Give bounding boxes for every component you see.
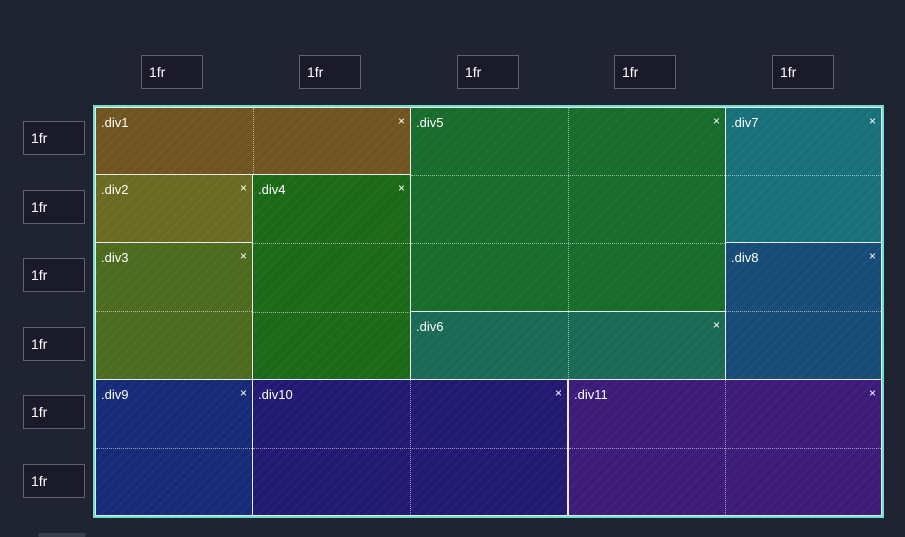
close-icon[interactable]: ×: [240, 249, 247, 263]
grid-line-horizontal: [253, 312, 410, 313]
close-icon[interactable]: ×: [869, 249, 876, 263]
close-icon[interactable]: ×: [240, 386, 247, 400]
grid-area-div11[interactable]: .div11 ×: [568, 379, 882, 516]
area-label: .div3: [101, 250, 129, 265]
grid-line-horizontal: [253, 448, 567, 449]
row-5-size-input[interactable]: [23, 395, 85, 429]
row-6-size-input[interactable]: [23, 464, 85, 498]
grid-line-horizontal: [253, 243, 410, 244]
horizontal-scrollbar-thumb[interactable]: [38, 533, 86, 537]
close-icon[interactable]: ×: [869, 386, 876, 400]
grid-line-horizontal: [726, 311, 881, 312]
area-label: .div7: [731, 115, 759, 130]
grid-line-vertical: [568, 108, 569, 311]
grid-line-horizontal: [569, 448, 881, 449]
area-label: .div5: [416, 115, 444, 130]
area-label: .div9: [101, 387, 129, 402]
close-icon[interactable]: ×: [713, 114, 720, 128]
grid-area-div5[interactable]: .div5 ×: [410, 107, 726, 312]
grid-area-div3[interactable]: .div3 ×: [95, 242, 253, 380]
close-icon[interactable]: ×: [555, 386, 562, 400]
area-label: .div2: [101, 182, 129, 197]
row-1-size-input[interactable]: [23, 121, 85, 155]
column-2-size-input[interactable]: [299, 55, 361, 89]
close-icon[interactable]: ×: [869, 114, 876, 128]
close-icon[interactable]: ×: [240, 181, 247, 195]
column-3-size-input[interactable]: [457, 55, 519, 89]
grid-line-horizontal: [411, 243, 725, 244]
grid-area-div6[interactable]: .div6 ×: [410, 311, 726, 380]
area-label: .div10: [258, 387, 293, 402]
column-5-size-input[interactable]: [772, 55, 834, 89]
grid-line-horizontal: [96, 311, 252, 312]
close-icon[interactable]: ×: [398, 181, 405, 195]
close-icon[interactable]: ×: [713, 318, 720, 332]
grid-area-div2[interactable]: .div2 ×: [95, 174, 253, 243]
area-label: .div11: [574, 387, 608, 402]
grid-line-horizontal: [726, 175, 881, 176]
grid-line-horizontal: [96, 448, 252, 449]
grid-area-div7[interactable]: .div7 ×: [725, 107, 882, 243]
area-label: .div4: [258, 182, 286, 197]
grid-canvas: .div1 × .div5 × .div7 × .div2 × .div4 × …: [93, 105, 884, 518]
row-4-size-input[interactable]: [23, 327, 85, 361]
grid-area-div8[interactable]: .div8 ×: [725, 242, 882, 380]
area-label: .div1: [101, 115, 129, 130]
column-1-size-input[interactable]: [141, 55, 203, 89]
area-label: .div6: [416, 319, 444, 334]
grid-area-div1[interactable]: .div1 ×: [95, 107, 411, 175]
grid-line-vertical: [253, 108, 254, 174]
grid-line-horizontal: [411, 175, 725, 176]
grid-area-div10[interactable]: .div10 ×: [252, 379, 568, 516]
area-label: .div8: [731, 250, 759, 265]
grid-area-div9[interactable]: .div9 ×: [95, 379, 253, 516]
row-2-size-input[interactable]: [23, 190, 85, 224]
grid-line-vertical: [568, 312, 569, 379]
close-icon[interactable]: ×: [398, 114, 405, 128]
column-4-size-input[interactable]: [614, 55, 676, 89]
grid-area-div4[interactable]: .div4 ×: [252, 174, 411, 380]
row-3-size-input[interactable]: [23, 258, 85, 292]
